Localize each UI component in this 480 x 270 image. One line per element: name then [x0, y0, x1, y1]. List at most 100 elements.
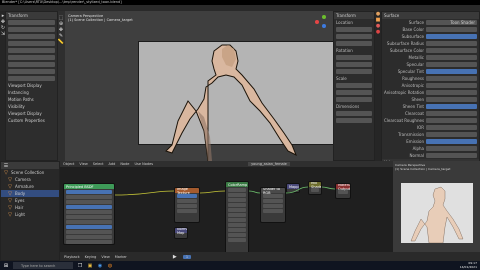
- outliner-item[interactable]: ▽ Camera: [1, 176, 59, 183]
- render-preview[interactable]: Camera Perspective (1) Scene Collection …: [393, 161, 480, 261]
- timeline-marker[interactable]: Marker: [115, 255, 127, 259]
- n-field[interactable]: [336, 97, 372, 102]
- properties-panel: Surface Surface Toon Shader Base Color Sub…: [381, 11, 480, 180]
- outliner-item[interactable]: ▽ Body: [1, 190, 59, 197]
- n-field[interactable]: [336, 118, 372, 123]
- property-value[interactable]: [426, 104, 477, 109]
- property-label: IOR: [416, 125, 424, 130]
- property-row: Base Color: [382, 26, 479, 33]
- task-view-icon[interactable]: ❐: [77, 263, 83, 269]
- shader-select[interactable]: Toon Shader: [426, 20, 477, 25]
- measure-icon[interactable]: 📏: [58, 39, 64, 45]
- render-preview-subtitle: (1) Scene Collection | Camera_target: [395, 167, 451, 171]
- n-field[interactable]: [336, 41, 372, 46]
- property-value[interactable]: [426, 76, 477, 81]
- property-label: Metallic: [408, 55, 424, 60]
- property-value[interactable]: [426, 62, 477, 67]
- object-icon: ▽: [8, 176, 12, 183]
- timeline-playback[interactable]: Playback: [64, 255, 80, 259]
- property-value[interactable]: [426, 90, 477, 95]
- property-value[interactable]: [426, 48, 477, 53]
- location-z[interactable]: [8, 34, 55, 39]
- file-explorer-icon[interactable]: ▣: [87, 263, 93, 269]
- property-row: Sheen: [382, 96, 479, 103]
- windows-start-icon[interactable]: ⊞: [3, 263, 9, 269]
- property-label: Subsurface Color: [389, 48, 424, 53]
- property-label: Sheen Tint: [402, 104, 424, 109]
- panel-item[interactable]: Visibility: [6, 103, 57, 110]
- viewport-subtitle: (1) Scene Collection | Camera_target: [68, 18, 133, 22]
- 3d-viewport[interactable]: Camera Perspective (1) Scene Collection …: [65, 11, 334, 161]
- property-row: Subsurface Color: [382, 47, 479, 54]
- browser-icon[interactable]: ◉: [97, 263, 103, 269]
- scale-x[interactable]: [8, 62, 55, 67]
- property-label: Anisotropic: [401, 83, 424, 88]
- n-field[interactable]: [336, 27, 372, 32]
- sidebar-n-panel: Transform Location Rotation Scale Dimens…: [333, 11, 375, 161]
- timeline-view[interactable]: View: [101, 255, 109, 259]
- n-field[interactable]: [336, 90, 372, 95]
- node-editor[interactable]: Object View Select Add Node Use Nodes yo…: [60, 161, 393, 261]
- properties-title: Surface: [384, 13, 400, 18]
- property-value[interactable]: [426, 41, 477, 46]
- property-label: Clearcoat Roughness: [384, 118, 424, 123]
- n-field[interactable]: [336, 111, 372, 116]
- panel-header: Transform: [6, 12, 57, 19]
- location-y[interactable]: [8, 27, 55, 32]
- outliner-item[interactable]: ▽ Armature: [1, 183, 59, 190]
- panel-item[interactable]: Motion Paths: [6, 96, 57, 103]
- n-field[interactable]: [336, 69, 372, 74]
- property-value[interactable]: [426, 125, 477, 130]
- timeline-bar: Playback Keying View Marker ▶ 1: [60, 252, 480, 261]
- property-value[interactable]: [426, 132, 477, 137]
- timeline-keying[interactable]: Keying: [85, 255, 97, 259]
- scale-y[interactable]: [8, 69, 55, 74]
- play-icon[interactable]: ▶: [172, 254, 178, 260]
- viewport-header: Camera Perspective (1) Scene Collection …: [68, 14, 133, 22]
- panel-item-label: Custom Properties: [8, 118, 45, 123]
- panel-item[interactable]: Custom Properties: [6, 117, 57, 124]
- blender-icon[interactable]: ◍: [107, 263, 113, 269]
- property-value[interactable]: [426, 118, 477, 123]
- n-field[interactable]: [336, 55, 372, 60]
- location-x[interactable]: [8, 20, 55, 25]
- taskbar-search[interactable]: Type here to search: [13, 262, 73, 269]
- outliner-panel: ☰ ▽ Scene Collection ▽ Camera ▽ Armature ▽ Body…: [0, 161, 60, 261]
- property-row: Emission: [382, 138, 479, 145]
- outliner-item[interactable]: ▽ Hair: [1, 204, 59, 211]
- taskbar: ⊞ Type here to search ❐ ▣ ◉ ◍ 09:17 14/0…: [0, 261, 480, 270]
- panel-item-label: Motion Paths: [8, 97, 34, 102]
- panel-item[interactable]: Viewport Display: [6, 82, 57, 89]
- object-icon: ▽: [8, 190, 12, 197]
- outliner-item[interactable]: ▽ Eyes: [1, 197, 59, 204]
- property-value[interactable]: [426, 111, 477, 116]
- property-value[interactable]: [426, 83, 477, 88]
- panel-title: Transform: [8, 13, 28, 18]
- property-value[interactable]: [426, 139, 477, 144]
- rotation-y[interactable]: [8, 48, 55, 53]
- n-field[interactable]: [336, 62, 372, 67]
- property-value[interactable]: [426, 146, 477, 151]
- property-value[interactable]: [426, 97, 477, 102]
- property-row: Alpha: [382, 145, 479, 152]
- n-field[interactable]: [336, 34, 372, 39]
- panel-item[interactable]: Instancing: [6, 89, 57, 96]
- property-value[interactable]: [426, 69, 477, 74]
- scale-z[interactable]: [8, 76, 55, 81]
- outliner-item[interactable]: ▽ Scene Collection: [1, 169, 59, 176]
- rotation-x[interactable]: [8, 41, 55, 46]
- property-value[interactable]: [426, 27, 477, 32]
- axis-gizmo[interactable]: [313, 14, 329, 30]
- current-frame[interactable]: 1: [182, 254, 192, 259]
- property-value[interactable]: [426, 34, 477, 39]
- panel-item[interactable]: Viewport Display: [6, 110, 57, 117]
- property-label: Specular: [406, 62, 424, 67]
- property-value[interactable]: [426, 55, 477, 60]
- outliner-list: ▽ Scene Collection ▽ Camera ▽ Armature ▽ Body ▽ E…: [1, 169, 59, 218]
- outliner-item[interactable]: ▽ Light: [1, 211, 59, 218]
- n-field[interactable]: [336, 83, 372, 88]
- property-label: Base Color: [402, 27, 424, 32]
- property-label: Sheen: [411, 97, 424, 102]
- rotation-z[interactable]: [8, 55, 55, 60]
- property-value[interactable]: [426, 153, 477, 158]
